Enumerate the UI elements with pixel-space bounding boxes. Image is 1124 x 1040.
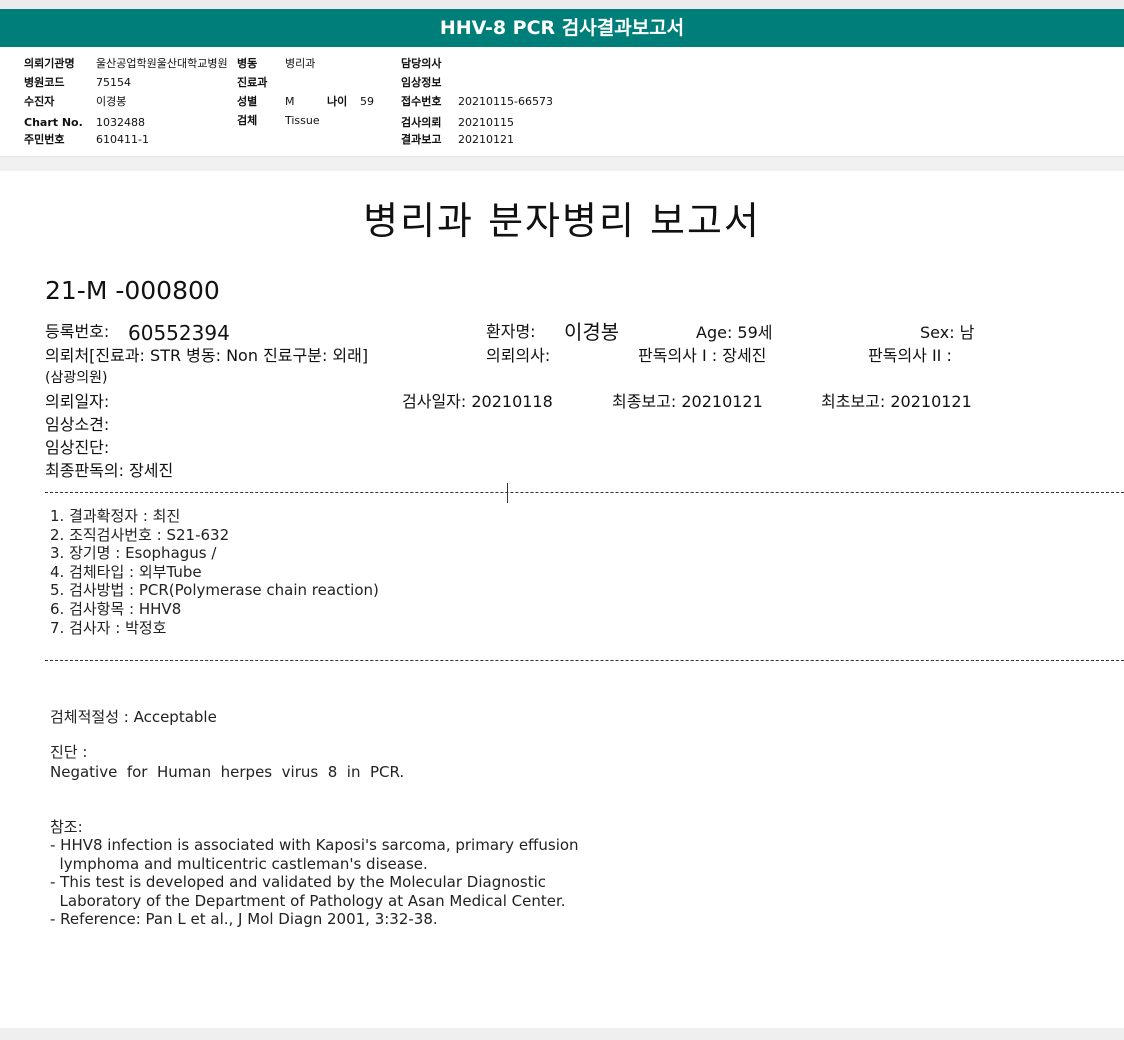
reg-no-value: 60552394 — [128, 321, 230, 345]
diagnosis-label: 진단 : — [50, 743, 88, 761]
hdr-label-hospital-code: 병원코드 — [24, 76, 65, 89]
hdr-value-patient: 이경봉 — [96, 95, 127, 108]
section-divider — [0, 156, 1124, 171]
reference-line: - This test is developed and validated b… — [50, 873, 547, 892]
hdr-value-ward: 병리과 — [285, 57, 316, 70]
request-date-label: 의뢰일자: — [45, 392, 110, 411]
reference-label: 참조: — [50, 818, 83, 836]
hdr-value-result-report: 20210121 — [458, 133, 514, 146]
reference-line: Laboratory of the Department of Patholog… — [50, 891, 566, 910]
hdr-label-clinical-info: 임상정보 — [401, 76, 442, 89]
sex-text: Sex: 남 — [920, 323, 975, 342]
report-code: 21-M -000800 — [45, 276, 220, 305]
age-text: Age: 59세 — [696, 323, 773, 342]
result-item: 4. 검체타입 : 외부Tube — [50, 562, 202, 581]
first-report-date: 최초보고: 20210121 — [821, 392, 972, 411]
hdr-label-department: 진료과 — [237, 76, 268, 89]
reference-line: lymphoma and multicentric castleman's di… — [50, 854, 428, 873]
result-item: 6. 검사항목 : HHV8 — [50, 599, 182, 618]
hdr-value-accession-no: 20210115-66573 — [458, 95, 553, 108]
top-strip — [0, 0, 1124, 9]
referring-doctor-label: 의뢰의사: — [486, 346, 551, 365]
referrer-clinic: (삼광의원) — [45, 370, 108, 386]
test-date: 검사일자: 20210118 — [402, 392, 553, 411]
result-item: 7. 검사자 : 박정호 — [50, 618, 167, 637]
patient-name-value: 이경봉 — [564, 320, 620, 344]
hdr-value-hospital-code: 75154 — [96, 76, 131, 89]
clinical-diagnosis-label: 임상진단: — [45, 438, 110, 457]
hdr-value-resident-no: 610411-1 — [96, 133, 149, 146]
hdr-label-age: 나이 — [327, 95, 348, 108]
reader-2: 판독의사 II : — [868, 346, 952, 365]
diagnosis-text: Negative for Human herpes virus 8 in PCR… — [50, 763, 405, 781]
hdr-value-test-request: 20210115 — [458, 116, 514, 129]
hdr-value-age: 59 — [360, 95, 374, 108]
result-item: 3. 장기명 : Esophagus / — [50, 544, 217, 563]
hdr-label-accession-no: 접수번호 — [401, 95, 442, 108]
hdr-label-chart-no: Chart No. — [24, 116, 83, 129]
hdr-label-specimen: 검체 — [237, 114, 258, 127]
hdr-label-doctor: 담당의사 — [401, 57, 442, 70]
dashed-separator-2 — [45, 660, 1124, 661]
patient-name-label: 환자명: — [486, 322, 536, 341]
reference-line: - Reference: Pan L et al., J Mol Diagn 2… — [50, 910, 438, 929]
hdr-label-result-report: 결과보고 — [401, 133, 442, 146]
hdr-value-specimen: Tissue — [285, 114, 320, 127]
bottom-band — [0, 1028, 1124, 1040]
result-item: 5. 검사방법 : PCR(Polymerase chain reaction) — [50, 581, 379, 600]
result-item-list: 1. 결과확정자 : 최진 2. 조직검사번호 : S21-632 3. 장기명… — [50, 507, 379, 637]
hdr-label-ward: 병동 — [237, 57, 258, 70]
final-reader: 최종판독의: 장세진 — [45, 461, 174, 480]
clinical-finding-label: 임상소견: — [45, 415, 110, 434]
hdr-label-sex: 성별 — [237, 95, 258, 108]
reference-line: - HHV8 infection is associated with Kapo… — [50, 836, 579, 854]
result-item: 2. 조직검사번호 : S21-632 — [50, 525, 230, 544]
hdr-value-chart-no: 1032488 — [96, 116, 145, 129]
specimen-adequacy: 검체적절성 : Acceptable — [50, 708, 217, 726]
reg-no-label: 등록번호: — [45, 322, 110, 341]
report-title: 병리과 분자병리 보고서 — [363, 199, 761, 243]
hdr-label-test-request: 검사의뢰 — [401, 116, 442, 129]
referrer: 의뢰처[진료과: STR 병동: Non 진료구분: 외래] — [45, 346, 369, 365]
final-report-date: 최종보고: 20210121 — [612, 392, 763, 411]
hdr-label-patient: 수진자 — [24, 95, 55, 108]
hdr-label-institution: 의뢰기관명 — [24, 57, 75, 70]
hdr-value-institution: 울산공업학원울산대학교병원 — [96, 57, 228, 70]
reader-1: 판독의사 I : 장세진 — [638, 346, 767, 365]
hdr-label-resident-no: 주민번호 — [24, 133, 65, 146]
result-item: 1. 결과확정자 : 최진 — [50, 507, 181, 525]
dashed-separator-1 — [45, 492, 1124, 493]
hdr-value-sex: M — [285, 95, 295, 108]
separator-marker — [507, 483, 508, 503]
report-banner: HHV-8 PCR 검사결과보고서 — [0, 9, 1124, 47]
